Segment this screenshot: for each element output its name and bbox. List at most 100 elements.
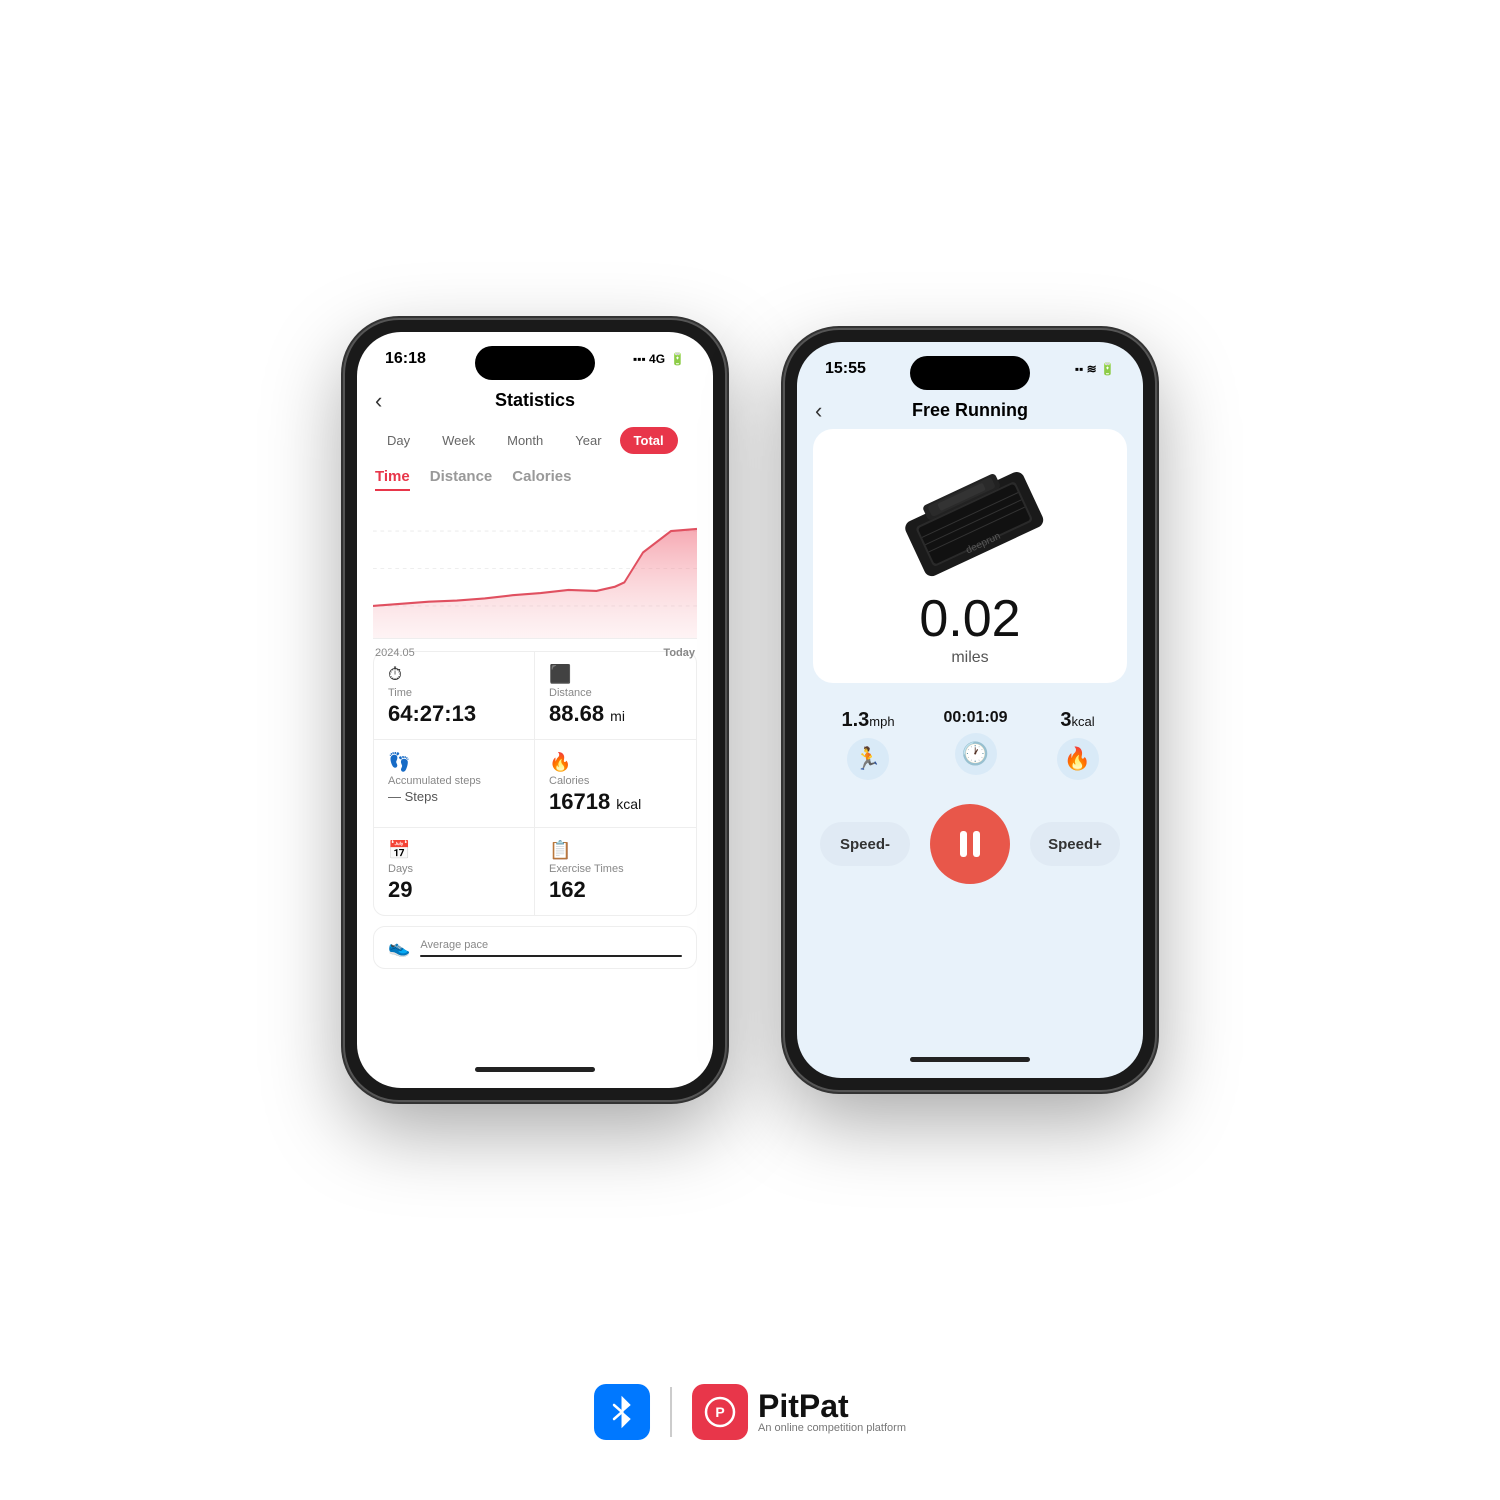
chart-labels: 2024.05 Today	[375, 643, 695, 659]
days-icon: 📅	[388, 840, 520, 861]
stat-value-exercise: 162	[549, 877, 682, 903]
dynamic-island-right	[910, 356, 1030, 390]
bottom-stat-label: Average pace	[420, 939, 682, 951]
stat-value-time: 64:27:13	[388, 701, 520, 727]
stat-cell-steps: 👣 Accumulated steps — Steps	[374, 740, 535, 828]
status-icons-right: ▪▪ ≋ 🔋	[1075, 362, 1115, 376]
pitpat-logo: P PitPat An online competition platform	[692, 1384, 906, 1440]
shoe-icon: 👟	[388, 937, 410, 958]
fire-icon: 🔥	[1057, 738, 1099, 780]
tab-calories[interactable]: Calories	[512, 468, 571, 491]
bluetooth-icon	[594, 1384, 650, 1440]
stat-value-days: 29	[388, 877, 520, 903]
bluetooth-svg	[608, 1394, 636, 1430]
home-indicator-right	[910, 1057, 1030, 1062]
pitpat-tagline: An online competition platform	[758, 1422, 906, 1434]
status-time-right: 15:55	[825, 360, 866, 378]
bottom-stat-content: Average pace	[420, 939, 682, 957]
metric-speed-value: 1.3mph	[841, 709, 894, 732]
period-month[interactable]: Month	[493, 427, 557, 454]
clock-icon: ⏱	[388, 664, 520, 685]
metric-speed: 1.3mph 🏃	[841, 709, 894, 780]
treadmill-svg: deeprun	[875, 445, 1065, 585]
chart-end-label: Today	[663, 647, 695, 659]
stat-label-time: Time	[388, 687, 520, 699]
stat-value-calories: 16718 kcal	[549, 789, 682, 815]
pitpat-name: PitPat	[758, 1390, 906, 1422]
status-icons-left: ▪▪▪ 4G 🔋	[633, 352, 685, 366]
speed-plus-button[interactable]: Speed+	[1030, 822, 1120, 866]
treadmill-image: deeprun	[875, 445, 1065, 585]
speed-minus-button[interactable]: Speed-	[820, 822, 910, 866]
branding: P PitPat An online competition platform	[594, 1384, 906, 1440]
left-phone-screen: 16:18 ▪▪▪ 4G 🔋 ‹ Statistics Day Week Mon…	[357, 332, 713, 1088]
right-phone-screen: 15:55 ▪▪ ≋ 🔋 ‹ Free Running	[797, 342, 1143, 1078]
period-week[interactable]: Week	[428, 427, 489, 454]
period-day[interactable]: Day	[373, 427, 424, 454]
stat-label-distance: Distance	[549, 687, 682, 699]
distance-icon: ⬛	[549, 664, 682, 685]
period-year[interactable]: Year	[561, 427, 615, 454]
pause-button[interactable]	[930, 804, 1010, 884]
chart-start-label: 2024.05	[375, 647, 415, 659]
metric-time: 00:01:09 🕐	[944, 709, 1008, 775]
stat-cell-distance: ⬛ Distance 88.68 mi	[535, 652, 696, 740]
status-time-left: 16:18	[385, 350, 426, 368]
stat-label-exercise: Exercise Times	[549, 863, 682, 875]
distance-unit: miles	[951, 649, 988, 667]
chart-area: 2024.05 Today	[373, 499, 697, 639]
back-button-left[interactable]: ‹	[375, 388, 382, 414]
stat-cell-exercise: 📋 Exercise Times 162	[535, 828, 696, 915]
stat-label-calories: Calories	[549, 775, 682, 787]
tabs-row: Time Distance Calories	[357, 466, 713, 499]
battery-icon: 🔋	[670, 352, 685, 366]
signal-icon: ▪▪▪ 4G	[633, 352, 665, 366]
wifi-icon: ▪▪ ≋ 🔋	[1075, 362, 1115, 376]
phones-container: 16:18 ▪▪▪ 4G 🔋 ‹ Statistics Day Week Mon…	[345, 320, 1155, 1100]
timer-icon: 🕐	[955, 733, 997, 775]
stat-cell-calories: 🔥 Calories 16718 kcal	[535, 740, 696, 828]
stat-value-steps: — Steps	[388, 789, 520, 804]
exercise-icon: 📋	[549, 840, 682, 861]
metrics-row: 1.3mph 🏃 00:01:09 🕐 3kcal 🔥	[797, 693, 1143, 790]
stat-label-days: Days	[388, 863, 520, 875]
pause-bar-2	[973, 831, 980, 857]
bottom-stat: 👟 Average pace	[373, 926, 697, 969]
treadmill-card: deeprun 0.02 miles	[813, 429, 1127, 683]
stats-grid: ⏱ Time 64:27:13 ⬛ Distance 88.68 mi 👣 Ac…	[373, 651, 697, 916]
pitpat-text: PitPat An online competition platform	[758, 1390, 906, 1434]
period-total[interactable]: Total	[620, 427, 678, 454]
free-running-title: Free Running	[912, 400, 1028, 421]
stat-cell-days: 📅 Days 29	[374, 828, 535, 915]
period-selector: Day Week Month Year Total	[357, 421, 713, 460]
bottom-stat-line	[420, 955, 682, 957]
metric-calories: 3kcal 🔥	[1057, 709, 1099, 780]
metric-time-value: 00:01:09	[944, 709, 1008, 727]
distance-value: 0.02	[919, 593, 1020, 645]
metric-calories-value: 3kcal	[1060, 709, 1094, 732]
page-title-left: Statistics	[495, 390, 575, 411]
steps-icon: 👣	[388, 752, 520, 773]
pitpat-logo-svg: P	[703, 1395, 737, 1429]
left-phone: 16:18 ▪▪▪ 4G 🔋 ‹ Statistics Day Week Mon…	[345, 320, 725, 1100]
pause-bar-1	[960, 831, 967, 857]
run-icon: 🏃	[847, 738, 889, 780]
calories-icon: 🔥	[549, 752, 682, 773]
divider-line	[670, 1387, 672, 1437]
dynamic-island-left	[475, 346, 595, 380]
stat-label-steps: Accumulated steps	[388, 775, 520, 787]
nav-header-left: ‹ Statistics	[357, 386, 713, 421]
svg-text:P: P	[715, 1404, 724, 1420]
tab-time[interactable]: Time	[375, 468, 410, 491]
stat-value-distance: 88.68 mi	[549, 701, 682, 727]
back-button-right[interactable]: ‹	[815, 398, 822, 424]
tab-distance[interactable]: Distance	[430, 468, 493, 491]
free-running-header: ‹ Free Running	[797, 396, 1143, 429]
pitpat-icon: P	[692, 1384, 748, 1440]
home-indicator-left	[475, 1067, 595, 1072]
chart-svg	[373, 499, 697, 638]
stat-cell-time: ⏱ Time 64:27:13	[374, 652, 535, 740]
canvas: 16:18 ▪▪▪ 4G 🔋 ‹ Statistics Day Week Mon…	[0, 0, 1500, 1500]
right-phone: 15:55 ▪▪ ≋ 🔋 ‹ Free Running	[785, 330, 1155, 1090]
controls-row: Speed- Speed+	[797, 790, 1143, 904]
